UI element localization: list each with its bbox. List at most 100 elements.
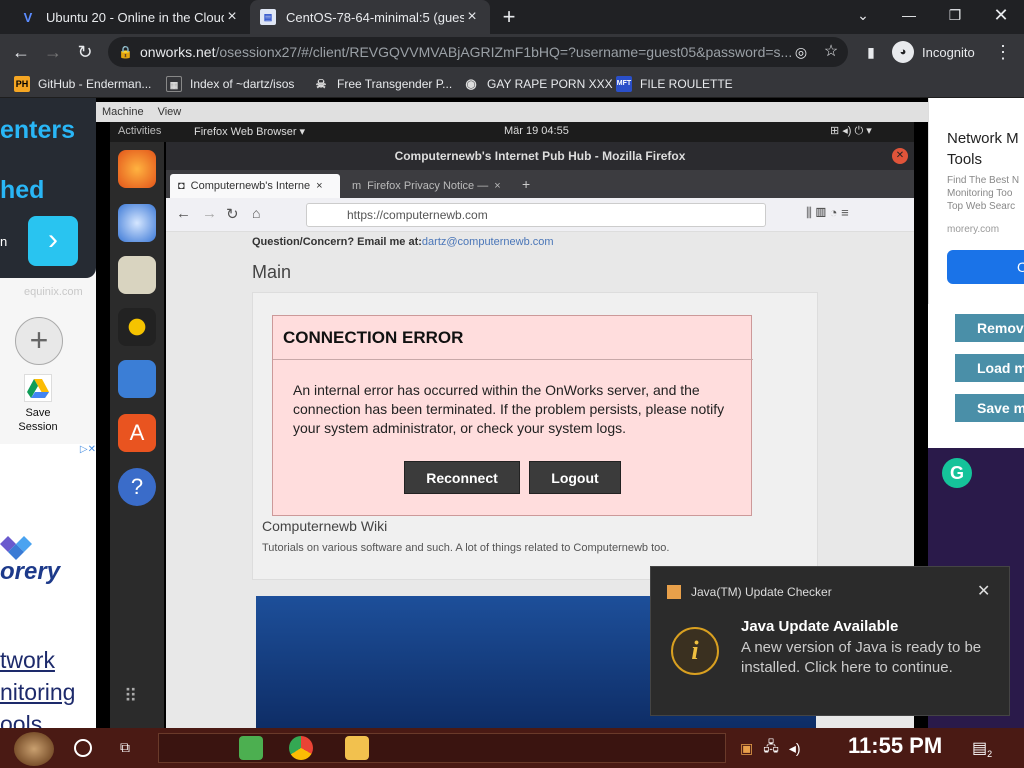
firefox-tab-computernewb[interactable]: ◘ Computernewb's Interne × (170, 174, 340, 198)
menu-machine[interactable]: Machine (102, 106, 144, 118)
new-tab-button[interactable]: + (522, 176, 530, 192)
app-grid-icon[interactable]: ⠿ (124, 686, 137, 707)
close-tab-icon[interactable]: × (316, 180, 322, 192)
mft-icon: MFT (616, 76, 632, 92)
reconnect-button[interactable]: Reconnect (404, 461, 520, 494)
session-panel: Remov Load m Save m (928, 304, 1024, 454)
task-view-icon[interactable]: ⧉ (120, 739, 142, 757)
bookmark-globe[interactable]: ◉ GAY RAPE PORN XXX (463, 75, 612, 93)
dialog-divider (273, 359, 753, 360)
ad-title-line: Tools (947, 151, 983, 168)
bookmark-file-roulette[interactable]: MFT FILE ROULETTE (616, 75, 733, 93)
logout-button[interactable]: Logout (529, 461, 621, 494)
close-tab-icon[interactable]: × (464, 8, 480, 26)
firefox-tab-privacy[interactable]: m Firefox Privacy Notice — × (344, 174, 514, 198)
morery-brand: orery (0, 558, 61, 585)
tab-search-icon[interactable]: ⌄ (840, 0, 886, 34)
incognito-badge[interactable]: ◕ Incognito (892, 38, 975, 66)
firefox-nav-bar: ← → ↻ ⌂ https://computernewb.com ⫼ ▥ ◔ ≡ (166, 198, 914, 232)
start-button[interactable] (14, 732, 54, 766)
firefox-title: Computernewb's Internet Pub Hub - Mozill… (166, 142, 914, 170)
file-explorer-icon[interactable] (345, 736, 369, 760)
volume-icon[interactable]: ◂) (789, 740, 801, 757)
contact-prefix: Question/Concern? Email me at: (252, 236, 422, 248)
bookmark-index[interactable]: ▦ Index of ~dartz/isos (166, 75, 294, 93)
forward-button[interactable]: → (40, 39, 66, 65)
dialog-message: An internal error has occurred within th… (293, 382, 725, 436)
notification-center-icon[interactable]: ▤2 (972, 738, 992, 759)
tab-ubuntu[interactable]: V Ubuntu 20 - Online in the Cloud × (10, 0, 250, 34)
add-button[interactable]: + (15, 317, 63, 365)
chevron-right-icon[interactable]: › (28, 216, 78, 266)
side-panel-icon[interactable]: ▮ (858, 39, 884, 65)
bookmark-free[interactable]: ☠ Free Transgender P... (313, 75, 453, 93)
system-tray-icon[interactable]: ⊞ ◂) ⏻ ▾ (830, 124, 872, 138)
lock-icon[interactable]: 🔒 (118, 45, 140, 59)
gnome-clock[interactable]: Mär 19 04:55 (504, 125, 569, 137)
spotify-like-icon[interactable] (239, 736, 263, 760)
activities-button[interactable]: Activities (118, 125, 161, 137)
forward-button[interactable]: → (202, 205, 217, 222)
eye-off-icon[interactable]: ◎ (788, 39, 814, 65)
dialog-title: CONNECTION ERROR (283, 328, 464, 347)
firefox-url-bar[interactable]: https://computernewb.com (306, 203, 766, 227)
bookmarks-bar: PH GitHub - Enderman... ▦ Index of ~dart… (0, 70, 1024, 98)
menu-kebab-icon[interactable]: ⋮ (990, 39, 1016, 65)
network-icon[interactable]: 🖧 (763, 736, 779, 760)
reload-button[interactable]: ↻ (226, 205, 239, 223)
rhythmbox-icon[interactable] (118, 308, 156, 346)
restore-button[interactable]: ❐ (932, 0, 978, 34)
wiki-title[interactable]: Computernewb Wiki (262, 518, 387, 534)
help-icon[interactable]: ? (118, 468, 156, 506)
back-button[interactable]: ← (176, 205, 191, 222)
firefox-icon[interactable] (118, 150, 156, 188)
tab-title: Computernewb's Interne (190, 180, 311, 192)
library-icon[interactable]: ⫼ ▥ ◔ ≡ (806, 205, 849, 221)
ad-open-button[interactable]: O (947, 250, 1024, 284)
close-tab-icon[interactable]: × (224, 8, 240, 26)
software-center-icon[interactable]: A (118, 414, 156, 452)
java-update-notification[interactable]: Java(TM) Update Checker ✕ i Java Update … (650, 566, 1010, 716)
save-button[interactable]: Save m (955, 394, 1024, 422)
app-menu[interactable]: Firefox Web Browser ▾ (194, 125, 305, 138)
files-icon[interactable] (118, 256, 156, 294)
star-bookmark-icon[interactable]: ☆ (818, 39, 844, 65)
connection-error-dialog: CONNECTION ERROR An internal error has o… (272, 315, 753, 516)
network-tools-ad[interactable]: Network M Tools Find The Best N Monitori… (928, 98, 1024, 304)
firefox-tab-strip: ◘ Computernewb's Interne × m Firefox Pri… (166, 170, 914, 198)
close-icon[interactable]: ✕ (892, 148, 908, 164)
menu-view[interactable]: View (158, 106, 182, 118)
minimize-button[interactable]: — (886, 0, 932, 34)
equinix-ad[interactable]: enters hed n › (0, 98, 96, 278)
v-logo-icon: V (23, 9, 33, 25)
toast-message: A new version of Java is ready to be ins… (741, 639, 982, 676)
address-bar[interactable]: 🔒 onworks.net/osessionx27/#/client/REVGQ… (108, 37, 848, 67)
ad-desc-line: Monitoring Too (947, 188, 1013, 199)
writer-icon[interactable] (118, 360, 156, 398)
tab-centos[interactable]: ▤ CentOS-78-64-minimal:5 (guest0 × (250, 0, 490, 34)
ad-desc-line: Top Web Searc (947, 201, 1016, 212)
google-drive-icon (24, 374, 52, 402)
java-tray-icon[interactable]: ▣ (740, 740, 753, 757)
email-link[interactable]: dartz@computernewb.com (422, 236, 554, 248)
home-icon[interactable]: ⌂ (252, 205, 260, 221)
taskbar-clock[interactable]: 11:55 PM (848, 733, 942, 759)
back-button[interactable]: ← (8, 39, 34, 65)
info-icon: i (671, 627, 719, 675)
reload-button[interactable]: ↻ (72, 39, 98, 65)
new-tab-button[interactable]: + (496, 4, 522, 30)
load-button[interactable]: Load m (955, 354, 1024, 382)
save-session-button[interactable]: Save Session (14, 374, 62, 434)
ad-choices-icon[interactable]: ▷✕ (62, 444, 96, 458)
close-tab-icon[interactable]: × (494, 180, 500, 192)
thunderbird-icon[interactable] (118, 204, 156, 242)
search-circle-icon[interactable] (74, 739, 92, 757)
ad-line: enters (0, 116, 76, 144)
close-window-button[interactable]: ✕ (978, 0, 1024, 34)
chrome-icon[interactable] (289, 736, 313, 760)
close-icon[interactable]: ✕ (977, 581, 990, 601)
bookmark-github[interactable]: PH GitHub - Enderman... (14, 75, 151, 93)
ad-text[interactable]: twork nitoring ools (0, 644, 75, 740)
ad-domain: equinix.com (24, 286, 83, 298)
remove-button[interactable]: Remov (955, 314, 1024, 342)
